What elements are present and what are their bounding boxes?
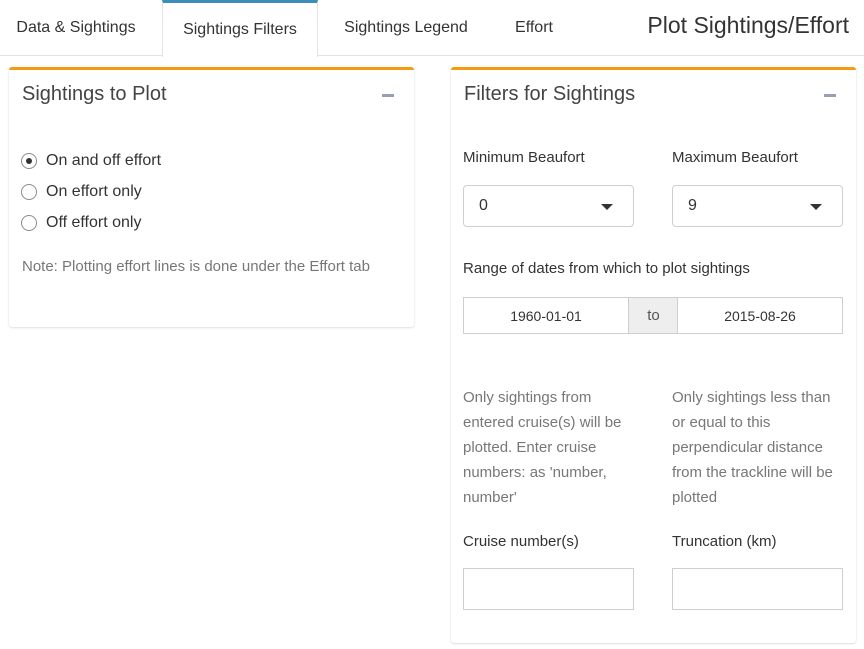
caret-down-icon (810, 204, 822, 210)
box-header: Filters for Sightings (451, 70, 856, 120)
radio-label: On and off effort (46, 152, 162, 169)
cruise-help-text: Only sightings from entered cruise(s) wi… (463, 389, 622, 506)
box-title: Filters for Sightings (464, 83, 636, 105)
tab-sightings-filters[interactable]: Sightings Filters (162, 0, 318, 57)
tab-sightings-legend[interactable]: Sightings Legend (330, 0, 482, 56)
start-date-input[interactable]: 1960-01-01 (463, 297, 629, 334)
box-header: Sightings to Plot (9, 70, 414, 120)
select-value: 0 (479, 197, 488, 214)
collapse-icon[interactable] (824, 94, 836, 97)
page-title: Plot Sightings/Effort (647, 12, 849, 38)
date-range-label: Range of dates from which to plot sighti… (463, 260, 750, 277)
min-beaufort-label: Minimum Beaufort (463, 149, 585, 166)
radio-unchecked-icon[interactable] (21, 184, 37, 200)
end-date-input[interactable]: 2015-08-26 (677, 297, 843, 334)
min-beaufort-select[interactable]: 0 (463, 185, 634, 227)
caret-down-icon (601, 204, 613, 210)
radio-label: On effort only (46, 183, 142, 200)
radio-checked-icon[interactable] (21, 153, 37, 169)
tab-data-sightings[interactable]: Data & Sightings (0, 0, 152, 56)
max-beaufort-label: Maximum Beaufort (672, 149, 798, 166)
radio-unchecked-icon[interactable] (21, 215, 37, 231)
sightings-to-plot-box: Sightings to Plot On and off effort On e… (9, 67, 414, 327)
effort-note: Note: Plotting effort lines is done unde… (22, 258, 370, 275)
cruise-number-input[interactable] (463, 568, 634, 610)
box-title: Sightings to Plot (22, 83, 167, 105)
navbar: Data & Sightings Sightings Filters Sight… (0, 0, 864, 57)
truncation-help-text: Only sightings less than or equal to thi… (672, 389, 833, 506)
collapse-icon[interactable] (382, 94, 394, 97)
radio-on-effort-only[interactable]: On effort only (21, 181, 142, 203)
radio-on-and-off-effort[interactable]: On and off effort (21, 150, 161, 172)
select-value: 9 (688, 197, 697, 214)
radio-off-effort-only[interactable]: Off effort only (21, 212, 141, 234)
radio-label: Off effort only (46, 214, 142, 231)
truncation-label: Truncation (km) (672, 533, 777, 550)
truncation-input[interactable] (672, 568, 843, 610)
tab-effort[interactable]: Effort (498, 0, 570, 56)
date-range-separator: to (629, 297, 678, 334)
max-beaufort-select[interactable]: 9 (672, 185, 843, 227)
cruise-number-label: Cruise number(s) (463, 533, 579, 550)
filters-for-sightings-box: Filters for Sightings Minimum Beaufort M… (451, 67, 856, 643)
